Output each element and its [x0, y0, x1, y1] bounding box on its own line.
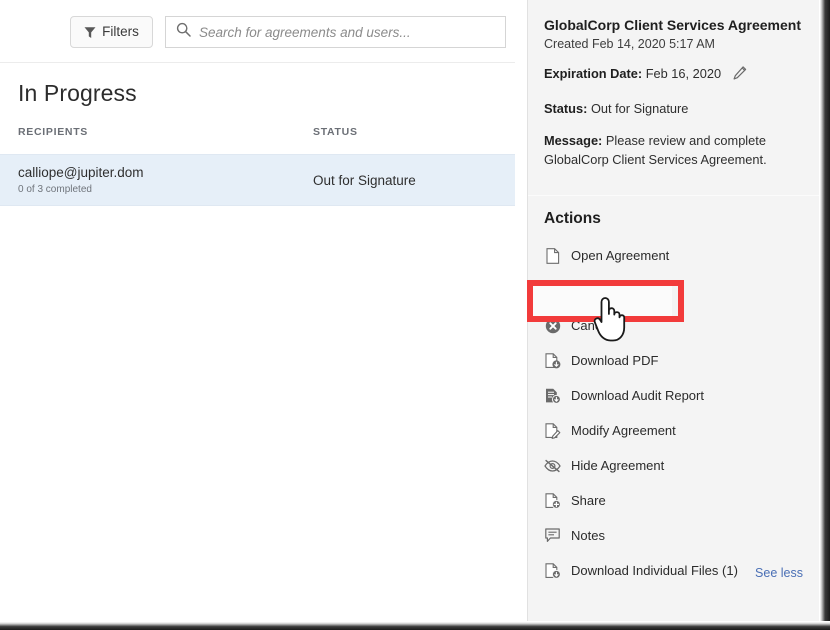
recipient-progress: 0 of 3 completed [18, 184, 313, 195]
search-icon [176, 22, 191, 42]
download-pdf-icon [544, 352, 561, 369]
column-header-status: STATUS [313, 126, 497, 138]
notes-icon [544, 527, 561, 544]
actions-section: Actions Open Agreement [528, 196, 819, 588]
funnel-icon [84, 26, 96, 39]
action-download-pdf[interactable]: Download PDF [544, 343, 803, 378]
app-window: Filters In Progress RECIPIENTS STATUS [0, 0, 830, 630]
expiration-date-label: Expiration Date: [544, 66, 642, 81]
action-cancel[interactable]: Cancel [544, 308, 803, 343]
toolbar: Filters [0, 0, 515, 63]
recipients-table: RECIPIENTS STATUS calliope@jupiter.dom 0… [0, 126, 515, 206]
table-row[interactable]: calliope@jupiter.dom 0 of 3 completed Ou… [0, 154, 515, 206]
recipient-email: calliope@jupiter.dom [18, 165, 313, 182]
filters-button[interactable]: Filters [70, 16, 153, 48]
agreement-title: GlobalCorp Client Services Agreement [544, 16, 803, 34]
action-label: Notes [571, 529, 605, 542]
action-label: Cancel [571, 319, 611, 332]
document-icon [544, 247, 561, 264]
action-open-agreement[interactable]: Open Agreement [544, 238, 803, 273]
action-hide-agreement[interactable]: Hide Agreement [544, 448, 803, 483]
edit-document-icon [544, 422, 561, 439]
pencil-icon[interactable] [733, 66, 747, 86]
action-notes[interactable]: Notes [544, 518, 803, 553]
action-modify-agreement[interactable]: Modify Agreement [544, 413, 803, 448]
action-label: Reminders (1) [571, 284, 653, 297]
action-label: Download Audit Report [571, 389, 704, 402]
filters-button-label: Filters [102, 25, 139, 39]
see-less-link[interactable]: See less [755, 566, 803, 580]
action-label: Download Individual Files (1) [571, 564, 738, 577]
column-header-recipients: RECIPIENTS [18, 126, 313, 138]
recipient-cell: calliope@jupiter.dom 0 of 3 completed [18, 165, 313, 196]
expiration-date-value: Feb 16, 2020 [646, 66, 721, 81]
agreements-list-pane: Filters In Progress RECIPIENTS STATUS [0, 0, 515, 630]
download-audit-icon [544, 387, 561, 404]
agreement-detail-panel: GlobalCorp Client Services Agreement Cre… [527, 0, 819, 622]
message-label: Message: [544, 133, 602, 148]
status-value: Out for Signature [591, 101, 688, 116]
share-document-icon [544, 492, 561, 509]
action-reminders[interactable]: Reminders (1) [544, 273, 803, 308]
bell-icon [544, 282, 561, 299]
actions-heading: Actions [544, 210, 803, 228]
action-label: Hide Agreement [571, 459, 664, 472]
expiration-date-field: Expiration Date: Feb 16, 2020 [544, 65, 803, 86]
page-title: In Progress [18, 80, 137, 107]
action-label: Share [571, 494, 606, 507]
action-label: Modify Agreement [571, 424, 676, 437]
status-label: Status: [544, 101, 587, 116]
search-box[interactable] [165, 16, 506, 48]
status-cell: Out for Signature [313, 173, 497, 188]
action-download-audit-report[interactable]: Download Audit Report [544, 378, 803, 413]
action-label: Download PDF [571, 354, 658, 367]
eye-slash-icon [544, 457, 561, 474]
search-input[interactable] [199, 25, 489, 40]
message-field: Message: Please review and complete Glob… [544, 132, 803, 169]
action-label: Open Agreement [571, 249, 669, 262]
action-share[interactable]: Share [544, 483, 803, 518]
agreement-created-date: Created Feb 14, 2020 5:17 AM [544, 37, 803, 51]
download-files-icon [544, 562, 561, 579]
window-right-edge [819, 0, 830, 630]
status-field: Status: Out for Signature [544, 100, 803, 119]
cancel-circle-icon [544, 317, 561, 334]
table-header: RECIPIENTS STATUS [0, 126, 515, 154]
agreement-summary: GlobalCorp Client Services Agreement Cre… [528, 0, 819, 181]
